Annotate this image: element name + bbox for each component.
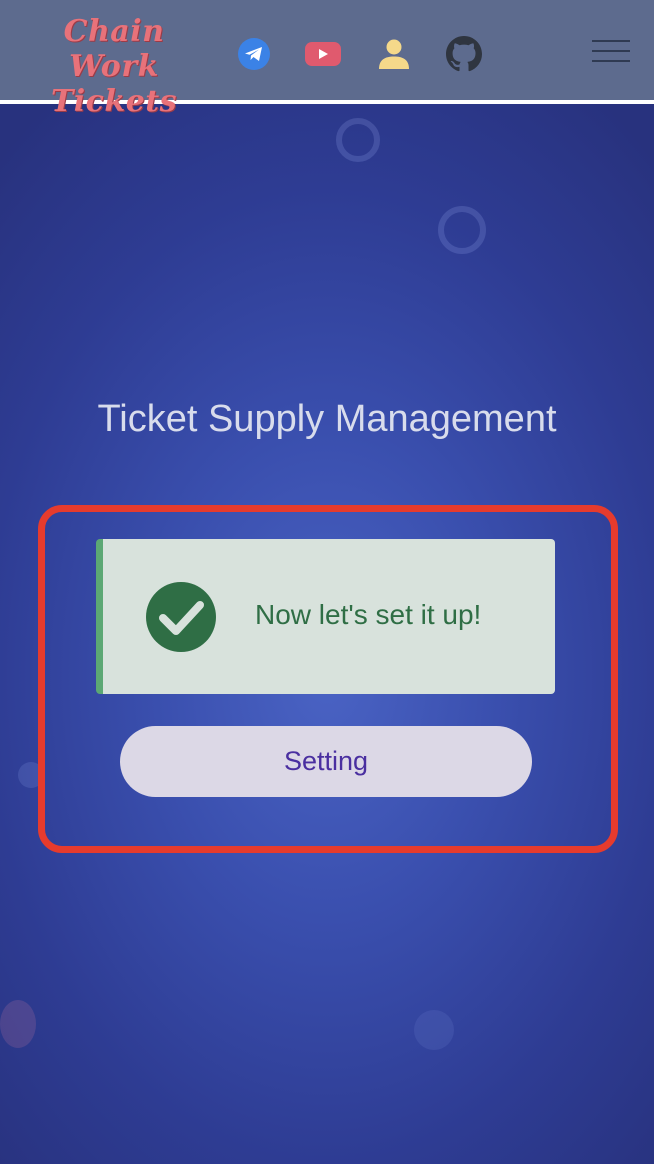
logo-line-1: Chain Work [63,14,165,84]
page-title: Ticket Supply Management [97,398,557,440]
alert-message: Now let's set it up! [255,599,482,630]
check-circle-icon [146,582,216,652]
background-bubble [0,1000,36,1048]
telegram-icon[interactable] [238,38,270,70]
setting-button[interactable]: Setting [120,726,532,797]
github-icon[interactable] [446,36,482,72]
background-bubble [438,206,486,254]
youtube-icon[interactable] [305,40,341,68]
top-navbar: Chain Work Tickets [0,0,654,119]
background-bubble [336,118,380,162]
user-icon[interactable] [378,38,410,70]
logo-line-2: Tickets [50,84,178,119]
hamburger-menu-icon[interactable] [592,40,630,66]
background-bubble [414,1010,454,1050]
brand-logo[interactable]: Chain Work Tickets [18,14,210,119]
success-alert: Now let's set it up! [96,539,555,694]
